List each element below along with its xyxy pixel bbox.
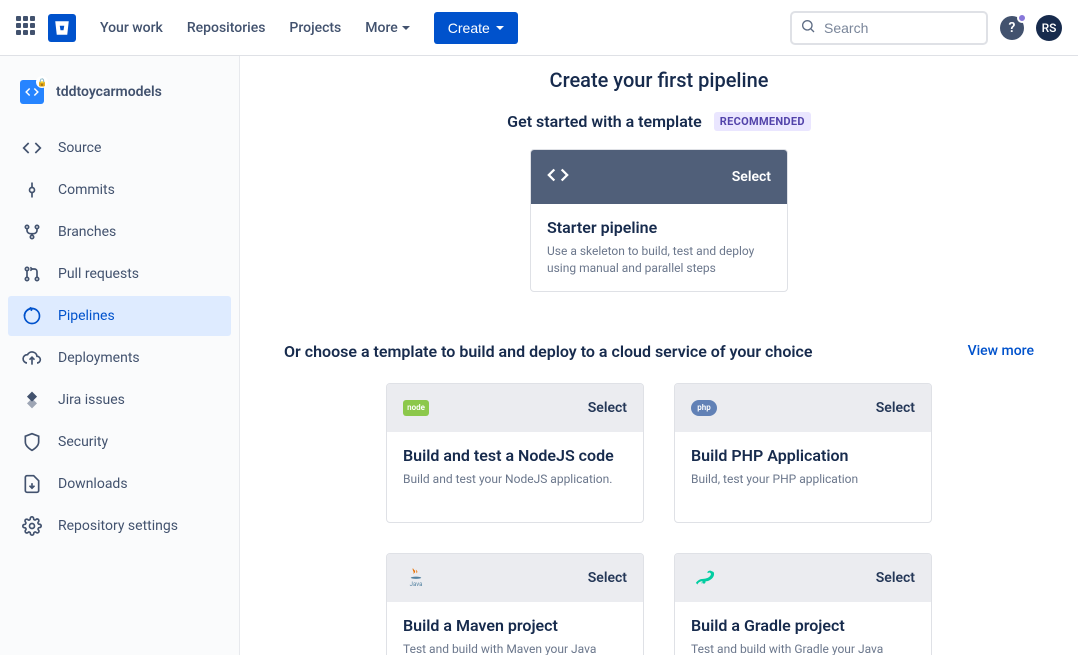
sidebar-item-label: Jira issues xyxy=(58,392,125,408)
code-icon xyxy=(20,136,44,160)
template-card-header: node Select xyxy=(387,384,643,432)
starter-pipeline-card: Select Starter pipeline Use a skeleton t… xyxy=(530,149,788,292)
shield-icon xyxy=(20,430,44,454)
nodejs-icon: node xyxy=(403,397,429,419)
commit-icon xyxy=(20,178,44,202)
sidebar-item-deployments[interactable]: Deployments xyxy=(8,338,231,378)
starter-select-button[interactable]: Select xyxy=(732,169,771,185)
nav-your-work[interactable]: Your work xyxy=(92,12,171,44)
template-card-nodejs: node Select Build and test a NodeJS code… xyxy=(386,383,644,523)
gradle-icon xyxy=(691,567,717,589)
notification-dot xyxy=(1017,13,1027,23)
template-card-title: Build a Maven project xyxy=(403,616,627,635)
template-card-maven: Java Select Build a Maven project Test a… xyxy=(386,553,644,655)
nav-more[interactable]: More xyxy=(357,12,418,44)
template-card-header: Java Select xyxy=(387,554,643,602)
user-avatar[interactable]: RS xyxy=(1036,15,1062,41)
sidebar-item-downloads[interactable]: Downloads xyxy=(8,464,231,504)
template-card-gradle: Select Build a Gradle project Test and b… xyxy=(674,553,932,655)
java-icon: Java xyxy=(403,567,429,589)
sidebar-item-label: Source xyxy=(58,140,101,156)
starter-heading-text: Get started with a template xyxy=(507,112,702,131)
template-card-body: Build and test a NodeJS code Build and t… xyxy=(387,432,643,522)
search-icon xyxy=(800,18,816,38)
repo-header[interactable]: 🔒 tddtoycarmodels xyxy=(8,76,231,108)
template-card-php: php Select Build PHP Application Build, … xyxy=(674,383,932,523)
sidebar-item-label: Repository settings xyxy=(58,518,178,534)
template-card-title: Build and test a NodeJS code xyxy=(403,446,627,465)
nav-repositories[interactable]: Repositories xyxy=(179,12,274,44)
page-title: Create your first pipeline xyxy=(264,68,1054,92)
bitbucket-logo[interactable] xyxy=(48,14,76,42)
download-icon xyxy=(20,472,44,496)
starter-section-heading: Get started with a template RECOMMENDED xyxy=(264,112,1054,131)
recommended-badge: RECOMMENDED xyxy=(714,112,811,131)
starter-card-title: Starter pipeline xyxy=(547,218,771,237)
cloud-heading-text: Or choose a template to build and deploy… xyxy=(284,342,813,361)
template-card-title: Build PHP Application xyxy=(691,446,915,465)
sidebar-item-label: Pipelines xyxy=(58,308,115,324)
template-card-header: php Select xyxy=(675,384,931,432)
sidebar-item-commits[interactable]: Commits xyxy=(8,170,231,210)
app-switcher-icon[interactable] xyxy=(16,16,40,40)
template-card-title: Build a Gradle project xyxy=(691,616,915,635)
sidebar-item-source[interactable]: Source xyxy=(8,128,231,168)
code-icon xyxy=(547,164,569,190)
sidebar-item-security[interactable]: Security xyxy=(8,422,231,462)
help-icon[interactable]: ? xyxy=(1000,16,1024,40)
template-card-desc: Build and test your NodeJS application. xyxy=(403,471,627,488)
template-card-desc: Test and build with Gradle your Java pro… xyxy=(691,641,915,655)
starter-card-header: Select xyxy=(531,150,787,204)
cloud-section-heading: Or choose a template to build and deploy… xyxy=(284,342,1034,361)
pipelines-icon xyxy=(20,304,44,328)
sidebar-item-label: Downloads xyxy=(58,476,128,492)
sidebar-item-branches[interactable]: Branches xyxy=(8,212,231,252)
search-input[interactable] xyxy=(790,11,988,45)
repo-avatar-icon: 🔒 xyxy=(20,80,44,104)
lock-icon: 🔒 xyxy=(36,76,48,88)
sidebar-item-label: Security xyxy=(58,434,108,450)
starter-card-desc: Use a skeleton to build, test and deploy… xyxy=(547,243,771,277)
nav-projects[interactable]: Projects xyxy=(281,12,349,44)
template-card-body: Build a Maven project Test and build wit… xyxy=(387,602,643,655)
sidebar-item-label: Deployments xyxy=(58,350,140,366)
pull-request-icon xyxy=(20,262,44,286)
template-card-desc: Build, test your PHP application xyxy=(691,471,915,488)
top-navigation: Your work Repositories Projects More Cre… xyxy=(0,0,1078,56)
repo-name: tddtoycarmodels xyxy=(56,84,162,100)
template-select-button[interactable]: Select xyxy=(876,400,915,416)
php-icon: php xyxy=(691,397,717,419)
cloud-templates-section: Or choose a template to build and deploy… xyxy=(284,342,1034,655)
starter-card-body: Starter pipeline Use a skeleton to build… xyxy=(531,204,787,291)
sidebar-item-pull-requests[interactable]: Pull requests xyxy=(8,254,231,294)
template-card-header: Select xyxy=(675,554,931,602)
cloud-upload-icon xyxy=(20,346,44,370)
sidebar-item-pipelines[interactable]: Pipelines xyxy=(8,296,231,336)
gear-icon xyxy=(20,514,44,538)
jira-icon xyxy=(20,388,44,412)
template-select-button[interactable]: Select xyxy=(588,400,627,416)
template-select-button[interactable]: Select xyxy=(588,570,627,586)
template-grid: node Select Build and test a NodeJS code… xyxy=(284,383,1034,655)
view-more-link[interactable]: View more xyxy=(968,343,1034,359)
create-button[interactable]: Create xyxy=(434,12,518,44)
main-content: Create your first pipeline Get started w… xyxy=(240,56,1078,655)
template-select-button[interactable]: Select xyxy=(876,570,915,586)
sidebar-item-label: Pull requests xyxy=(58,266,139,282)
sidebar: 🔒 tddtoycarmodels Source Commits Branche… xyxy=(0,56,240,655)
sidebar-item-label: Branches xyxy=(58,224,116,240)
template-card-body: Build a Gradle project Test and build wi… xyxy=(675,602,931,655)
sidebar-item-label: Commits xyxy=(58,182,115,198)
template-card-body: Build PHP Application Build, test your P… xyxy=(675,432,931,522)
template-card-desc: Test and build with Maven your Java proj… xyxy=(403,641,627,655)
sidebar-item-jira[interactable]: Jira issues xyxy=(8,380,231,420)
nav-links: Your work Repositories Projects More xyxy=(92,12,418,44)
sidebar-item-settings[interactable]: Repository settings xyxy=(8,506,231,546)
search-box xyxy=(790,11,988,45)
branch-icon xyxy=(20,220,44,244)
